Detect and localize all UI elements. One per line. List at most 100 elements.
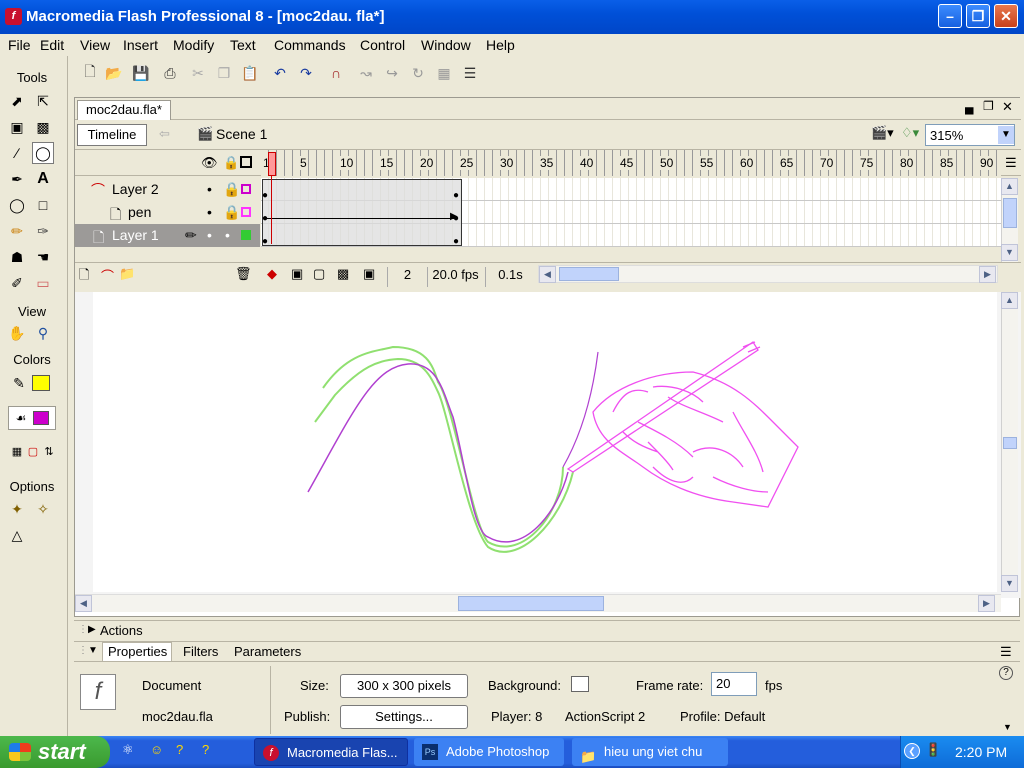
redo-icon[interactable]: ↷: [296, 63, 316, 83]
menu-control[interactable]: Control: [360, 37, 405, 53]
insert-layer-icon[interactable]: 🗋: [79, 266, 89, 288]
selection-tool-icon[interactable]: ⬈: [6, 90, 28, 112]
close-button[interactable]: ✕: [994, 4, 1018, 28]
ie-icon[interactable]: ⚛: [122, 742, 134, 758]
edit-scene-icon[interactable]: 🎬▾: [871, 125, 894, 141]
document-size-button[interactable]: 300 x 300 pixels: [340, 674, 468, 698]
playhead[interactable]: [268, 152, 276, 176]
smooth-icon[interactable]: ↝: [356, 63, 376, 83]
messenger-icon[interactable]: ☺: [150, 742, 163, 757]
scroll-up-arrow[interactable]: ▲: [1001, 292, 1018, 309]
zoom-select[interactable]: 315% ▼: [925, 124, 1015, 146]
ink-bottle-tool-icon[interactable]: ☗: [6, 246, 28, 268]
edit-symbols-icon[interactable]: ♢▾: [901, 125, 919, 141]
tab-parameters[interactable]: Parameters: [234, 644, 301, 659]
expand-arrow-icon[interactable]: ▶: [88, 624, 96, 635]
center-frame-icon[interactable]: ◆: [267, 266, 277, 282]
fill-color-swatch[interactable]: [33, 411, 49, 425]
copy-icon[interactable]: ❐: [214, 63, 234, 83]
layer-row-selected[interactable]: 🗋 Layer 1 ✏ • •: [75, 224, 260, 247]
keyframe-dot[interactable]: ●: [453, 236, 459, 247]
timeline-toggle-button[interactable]: Timeline: [77, 124, 147, 146]
background-color-swatch[interactable]: [571, 676, 589, 692]
collapse-arrow-icon[interactable]: ▼: [88, 645, 98, 656]
visibility-dot[interactable]: •: [207, 227, 212, 243]
undo-icon[interactable]: ↶: [270, 63, 290, 83]
straighten-icon[interactable]: ↪: [382, 63, 402, 83]
scroll-thumb[interactable]: [559, 267, 619, 281]
scene-label[interactable]: Scene 1: [216, 126, 267, 142]
pencil-tool-icon[interactable]: ✏: [6, 220, 28, 242]
free-transform-tool-icon[interactable]: ▣: [6, 116, 28, 138]
lock-icon[interactable]: 🔒: [223, 204, 240, 221]
menu-insert[interactable]: Insert: [123, 37, 158, 53]
delete-layer-icon[interactable]: 🗑: [235, 266, 252, 282]
eye-icon[interactable]: 👁: [201, 155, 218, 171]
scroll-down-arrow[interactable]: ▼: [1001, 244, 1018, 261]
help-quick-icon[interactable]: ?: [176, 742, 183, 757]
publish-settings-button[interactable]: Settings...: [340, 705, 468, 729]
start-button[interactable]: start: [0, 736, 110, 768]
oval-tool-icon[interactable]: ◯: [6, 194, 28, 216]
keyframe-dot[interactable]: ●: [262, 213, 268, 224]
polygon-mode-icon[interactable]: △: [6, 524, 28, 546]
outline-color-box[interactable]: [241, 230, 251, 240]
align-icon[interactable]: ☰: [460, 63, 480, 83]
cut-icon[interactable]: ✂: [188, 63, 208, 83]
eyedropper-tool-icon[interactable]: ✐: [6, 272, 28, 294]
lock-dot[interactable]: •: [225, 227, 230, 243]
swap-colors-icon[interactable]: ⇅: [38, 440, 60, 462]
visibility-dot[interactable]: •: [207, 204, 212, 220]
gripper-icon[interactable]: ⋮: [78, 645, 88, 656]
open-file-icon[interactable]: 📂: [104, 63, 124, 83]
text-tool-icon[interactable]: A: [32, 168, 54, 190]
tab-properties[interactable]: Properties: [108, 644, 167, 659]
lasso-tool-icon[interactable]: ◯: [32, 142, 54, 164]
layer-row-guided[interactable]: 🗋 pen • 🔒: [75, 201, 260, 224]
scroll-thumb[interactable]: [458, 596, 604, 611]
menu-edit[interactable]: Edit: [40, 37, 64, 53]
panel-menu-icon[interactable]: ☰: [1000, 644, 1012, 660]
line-tool-icon[interactable]: ∕: [6, 142, 28, 164]
stage-vscroll[interactable]: ▲ ▼: [1001, 292, 1018, 592]
keyframe-dot[interactable]: ●: [453, 190, 459, 201]
save-icon[interactable]: 💾: [131, 63, 151, 83]
fill-transform-tool-icon[interactable]: ▩: [32, 116, 54, 138]
scroll-thumb[interactable]: [1003, 198, 1017, 228]
tray-expand-icon[interactable]: ❮: [904, 743, 920, 759]
doc-close-icon[interactable]: ✕: [1002, 99, 1013, 115]
document-tab[interactable]: moc2dau.fla*: [77, 100, 171, 120]
menu-window[interactable]: Window: [421, 37, 471, 53]
pen-tool-icon[interactable]: ✒: [6, 168, 28, 190]
help-quick-icon-2[interactable]: ?: [202, 742, 209, 757]
outline-icon[interactable]: [240, 156, 252, 168]
zoom-dropdown-icon[interactable]: ▼: [998, 126, 1014, 144]
expand-panel-icon[interactable]: ▼: [1003, 722, 1012, 732]
timeline-vscroll[interactable]: ▲ ▼: [1001, 178, 1018, 262]
zoom-tool-icon[interactable]: ⚲: [32, 322, 54, 344]
menu-help[interactable]: Help: [486, 37, 515, 53]
actions-label[interactable]: Actions: [100, 623, 143, 638]
minimize-button[interactable]: –: [938, 4, 962, 28]
stage[interactable]: [93, 292, 997, 592]
stroke-color-swatch[interactable]: [32, 375, 50, 391]
edit-multiple-icon[interactable]: ▩: [337, 266, 349, 282]
hand-tool-icon[interactable]: ✋: [6, 322, 28, 344]
menu-modify[interactable]: Modify: [173, 37, 214, 53]
insert-folder-icon[interactable]: 📁: [119, 266, 135, 282]
help-icon[interactable]: ?: [999, 666, 1013, 680]
menu-file[interactable]: File: [8, 37, 31, 53]
lock-icon[interactable]: 🔒: [223, 155, 239, 171]
scroll-left-arrow[interactable]: ◀: [539, 266, 556, 283]
gripper-icon[interactable]: ⋮: [78, 624, 88, 635]
onion-skin-icon[interactable]: ▣: [291, 266, 303, 282]
subselection-tool-icon[interactable]: ⇱: [32, 90, 54, 112]
menu-commands[interactable]: Commands: [274, 37, 346, 53]
rectangle-tool-icon[interactable]: □: [32, 194, 54, 216]
menu-view[interactable]: View: [80, 37, 110, 53]
scroll-down-arrow[interactable]: ▼: [1001, 575, 1018, 592]
menu-text[interactable]: Text: [230, 37, 256, 53]
task-photoshop[interactable]: Ps Adobe Photoshop: [414, 738, 564, 766]
back-arrow-icon[interactable]: ⇦: [159, 126, 170, 142]
frame-rate-input[interactable]: 20: [711, 672, 757, 696]
